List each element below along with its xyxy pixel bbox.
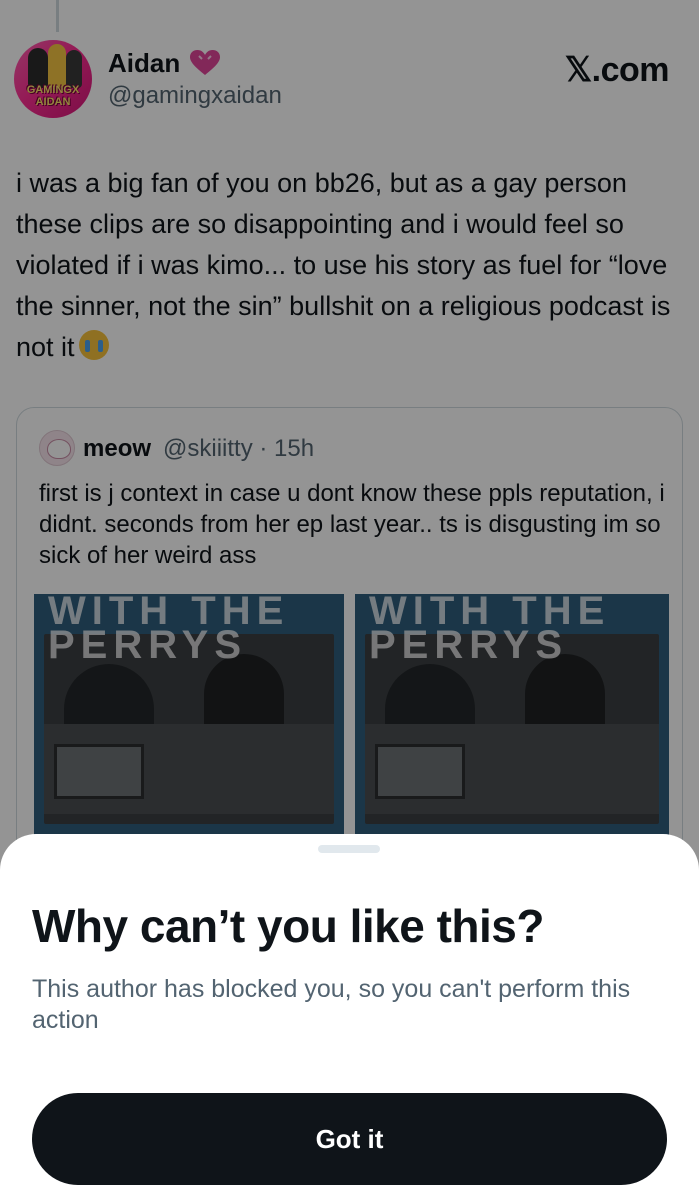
got-it-button[interactable]: Got it	[32, 1093, 667, 1185]
sheet-description: This author has blocked you, so you can'…	[32, 975, 631, 1034]
sheet-title: Why can’t you like this?	[32, 900, 544, 952]
bottom-sheet: Why can’t you like this? This author has…	[0, 834, 699, 1200]
sheet-drag-handle[interactable]	[318, 845, 380, 853]
